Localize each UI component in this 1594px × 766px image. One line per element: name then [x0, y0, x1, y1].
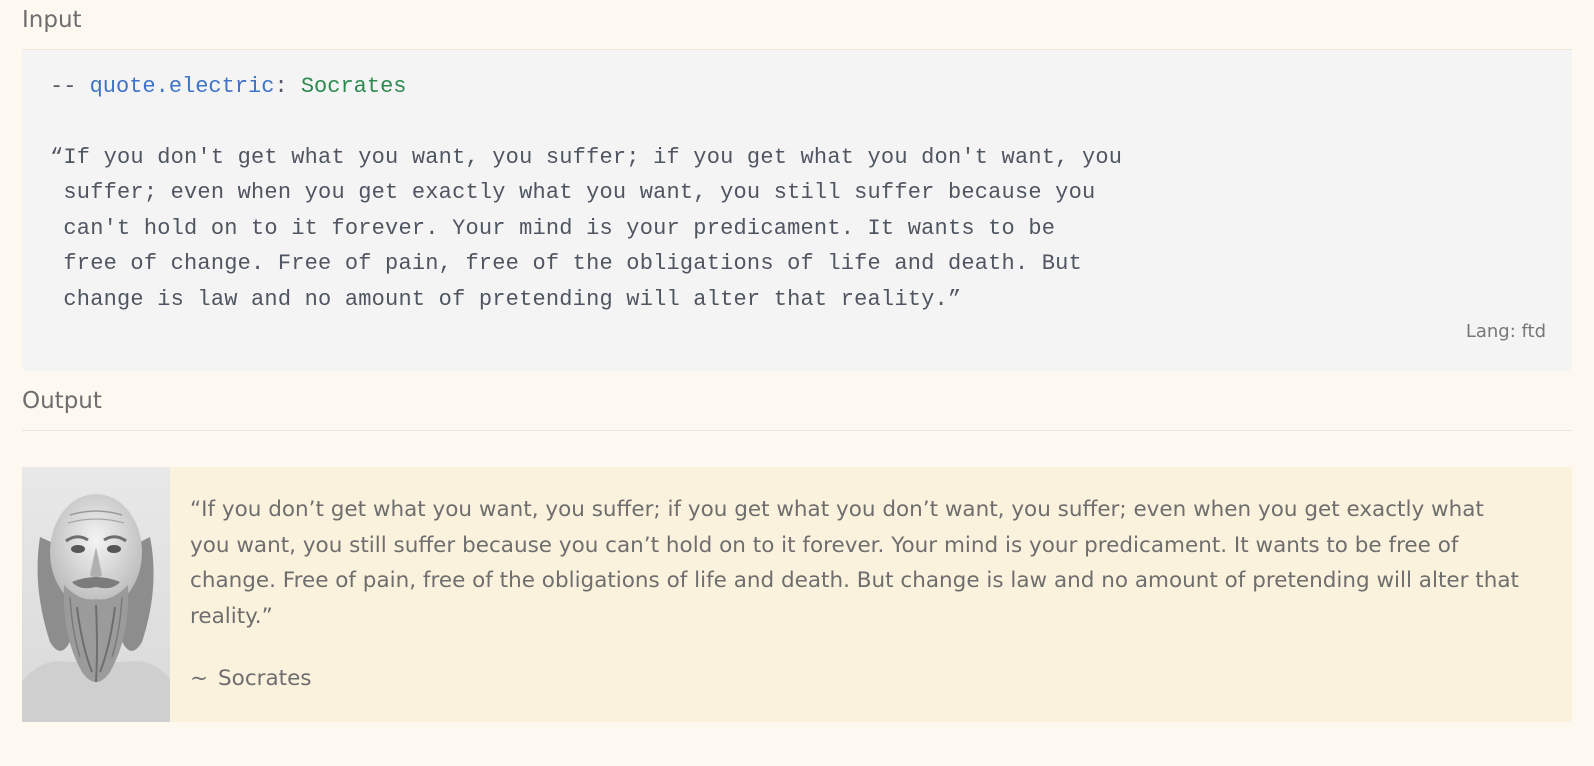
code-header-line: -- quote.electric: Socrates	[50, 76, 406, 98]
quote-attribution: ~ Socrates	[190, 666, 312, 691]
quote-card: “If you don’t get what you want, you suf…	[22, 467, 1572, 722]
code-dashes: --	[50, 74, 77, 99]
quote-author: Socrates	[218, 666, 312, 691]
author-portrait	[22, 467, 170, 722]
code-quote-line: can't hold on to it forever. Your mind i…	[50, 216, 1056, 241]
output-divider	[22, 430, 1572, 431]
attribution-tilde: ~	[190, 666, 209, 691]
code-quote-line: “If you don't get what you want, you suf…	[50, 145, 1123, 170]
code-key: quote.electric	[89, 74, 275, 99]
output-heading: Output	[22, 388, 102, 414]
socrates-portrait-image	[22, 467, 170, 722]
code-quote-line: free of change. Free of pain, free of th…	[50, 251, 1082, 276]
code-quote-line: change is law and no amount of pretendin…	[50, 287, 962, 312]
quote-text: “If you don’t get what you want, you suf…	[190, 497, 1519, 629]
code-quote-line: suffer; even when you get exactly what y…	[50, 180, 1096, 205]
code-value: Socrates	[300, 74, 407, 99]
language-label: Lang: ftd	[1465, 321, 1546, 342]
code-colon: :	[274, 74, 288, 99]
code-block: -- quote.electric: Socrates “If you don'…	[22, 50, 1572, 371]
input-heading: Input	[22, 7, 82, 33]
